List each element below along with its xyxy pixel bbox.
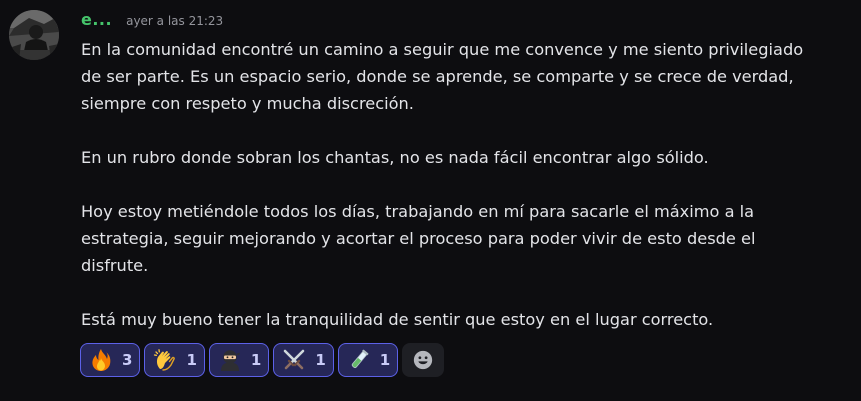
fire-icon: [92, 349, 111, 371]
message-line: disfrute.: [81, 256, 149, 275]
message-line: En un rubro donde sobran los chantas, no…: [81, 148, 709, 167]
message-line: Está muy bueno tener la tranquilidad de …: [81, 310, 714, 329]
message-header: e... ayer a las 21:23: [81, 10, 223, 32]
test-tube-icon: [351, 349, 369, 368]
message-line: Hoy estoy metiéndole todos los días, tra…: [81, 202, 755, 221]
reaction-test-tube[interactable]: 1: [337, 343, 399, 377]
reaction-count: 1: [250, 351, 262, 369]
message-line: de ser parte. Es un espacio serio, donde…: [81, 67, 794, 86]
message-line: En la comunidad encontré un camino a seg…: [81, 40, 804, 59]
crossed-swords-icon: [284, 349, 305, 370]
add-reaction-button[interactable]: [402, 343, 445, 377]
reaction-clapping-hands[interactable]: 1: [144, 343, 205, 377]
username[interactable]: e...: [81, 10, 112, 29]
avatar-image: [9, 10, 59, 60]
chat-message: e... ayer a las 21:23 En la comunidad en…: [0, 0, 861, 401]
message-line: estrategia, seguir mejorando y acortar e…: [81, 229, 756, 248]
reactions-bar: 3 1 1 1 1: [80, 343, 445, 377]
clapping-hands-icon: [154, 349, 176, 371]
reaction-ninja[interactable]: 1: [208, 343, 270, 377]
reaction-count: 1: [379, 351, 391, 369]
avatar[interactable]: [9, 10, 59, 60]
reaction-count: 1: [315, 351, 326, 369]
reaction-fire[interactable]: 3: [80, 343, 141, 377]
timestamp: ayer a las 21:23: [126, 14, 224, 28]
reaction-crossed-swords[interactable]: 1: [273, 343, 334, 377]
ninja-icon: [220, 350, 240, 371]
message-content: En la comunidad encontré un camino a seg…: [81, 36, 851, 333]
reaction-count: 3: [122, 351, 133, 369]
add-reaction-smiley-icon: [414, 350, 433, 370]
reaction-count: 1: [186, 351, 197, 369]
message-line: siempre con respeto y mucha discreción.: [81, 94, 414, 113]
